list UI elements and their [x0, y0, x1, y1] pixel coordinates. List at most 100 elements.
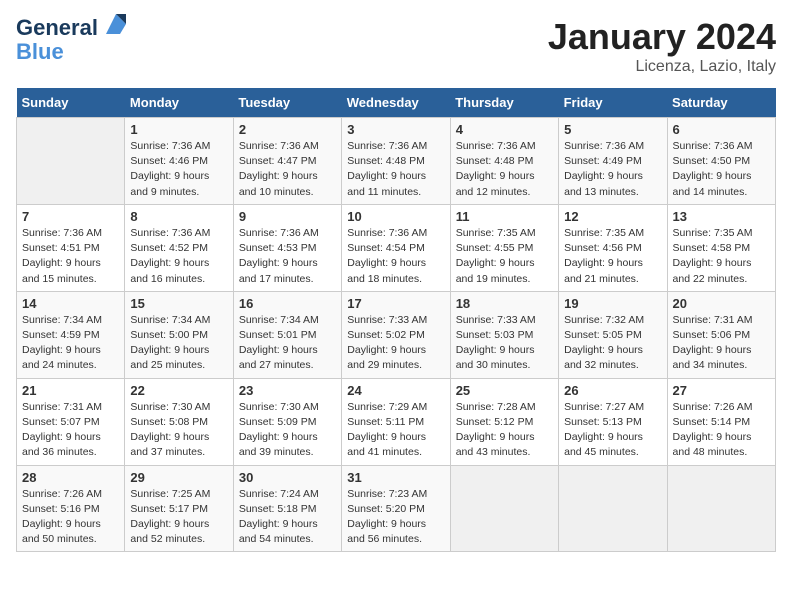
day-info: Sunrise: 7:35 AMSunset: 4:56 PMDaylight:…	[564, 226, 661, 287]
day-number: 5	[564, 122, 661, 137]
day-info: Sunrise: 7:33 AMSunset: 5:03 PMDaylight:…	[456, 313, 553, 374]
calendar-cell: 17Sunrise: 7:33 AMSunset: 5:02 PMDayligh…	[342, 291, 450, 378]
weekday-header-monday: Monday	[125, 88, 233, 118]
calendar-cell: 27Sunrise: 7:26 AMSunset: 5:14 PMDayligh…	[667, 378, 775, 465]
day-info: Sunrise: 7:26 AMSunset: 5:16 PMDaylight:…	[22, 487, 119, 548]
calendar-week-4: 21 Sunrise: 7:31 AMSunset: 5:07 PMDayligh…	[17, 378, 776, 465]
calendar-cell: 4 Sunrise: 7:36 AMSunset: 4:48 PMDaylight…	[450, 118, 558, 205]
weekday-header-wednesday: Wednesday	[342, 88, 450, 118]
day-info: Sunrise: 7:36 AMSunset: 4:48 PMDaylight:…	[456, 139, 553, 200]
logo-blue-text: Blue	[16, 40, 64, 64]
weekday-header-tuesday: Tuesday	[233, 88, 341, 118]
weekday-header-row: SundayMondayTuesdayWednesdayThursdayFrid…	[17, 88, 776, 118]
day-number: 20	[673, 296, 770, 311]
calendar-subtitle: Licenza, Lazio, Italy	[548, 58, 776, 76]
title-block: January 2024 Licenza, Lazio, Italy	[548, 16, 776, 76]
logo: General Blue	[16, 16, 130, 64]
calendar-cell: 21 Sunrise: 7:31 AMSunset: 5:07 PMDayligh…	[17, 378, 125, 465]
day-info: Sunrise: 7:28 AMSunset: 5:12 PMDaylight:…	[456, 400, 553, 461]
calendar-cell	[450, 465, 558, 552]
day-number: 1	[130, 122, 227, 137]
day-number: 10	[347, 209, 444, 224]
calendar-cell: 2Sunrise: 7:36 AMSunset: 4:47 PMDaylight…	[233, 118, 341, 205]
calendar-title: January 2024	[548, 16, 776, 58]
day-info: Sunrise: 7:35 AMSunset: 4:55 PMDaylight:…	[456, 226, 553, 287]
weekday-header-saturday: Saturday	[667, 88, 775, 118]
calendar-cell: 19Sunrise: 7:32 AMSunset: 5:05 PMDayligh…	[559, 291, 667, 378]
day-info: Sunrise: 7:23 AMSunset: 5:20 PMDaylight:…	[347, 487, 444, 548]
weekday-header-sunday: Sunday	[17, 88, 125, 118]
calendar-cell: 6Sunrise: 7:36 AMSunset: 4:50 PMDaylight…	[667, 118, 775, 205]
day-info: Sunrise: 7:29 AMSunset: 5:11 PMDaylight:…	[347, 400, 444, 461]
calendar-cell: 11 Sunrise: 7:35 AMSunset: 4:55 PMDayligh…	[450, 204, 558, 291]
day-number: 23	[239, 383, 336, 398]
day-info: Sunrise: 7:30 AMSunset: 5:08 PMDaylight:…	[130, 400, 227, 461]
weekday-header-thursday: Thursday	[450, 88, 558, 118]
day-info: Sunrise: 7:34 AMSunset: 4:59 PMDaylight:…	[22, 313, 119, 374]
day-info: Sunrise: 7:35 AMSunset: 4:58 PMDaylight:…	[673, 226, 770, 287]
day-number: 13	[673, 209, 770, 224]
day-info: Sunrise: 7:36 AMSunset: 4:54 PMDaylight:…	[347, 226, 444, 287]
calendar-cell: 29Sunrise: 7:25 AMSunset: 5:17 PMDayligh…	[125, 465, 233, 552]
day-info: Sunrise: 7:34 AMSunset: 5:01 PMDaylight:…	[239, 313, 336, 374]
calendar-cell: 15 Sunrise: 7:34 AMSunset: 5:00 PMDayligh…	[125, 291, 233, 378]
day-number: 4	[456, 122, 553, 137]
day-info: Sunrise: 7:36 AMSunset: 4:51 PMDaylight:…	[22, 226, 119, 287]
day-info: Sunrise: 7:36 AMSunset: 4:49 PMDaylight:…	[564, 139, 661, 200]
calendar-cell: 13 Sunrise: 7:35 AMSunset: 4:58 PMDayligh…	[667, 204, 775, 291]
day-info: Sunrise: 7:36 AMSunset: 4:53 PMDaylight:…	[239, 226, 336, 287]
calendar-cell: 26Sunrise: 7:27 AMSunset: 5:13 PMDayligh…	[559, 378, 667, 465]
day-info: Sunrise: 7:36 AMSunset: 4:52 PMDaylight:…	[130, 226, 227, 287]
day-info: Sunrise: 7:36 AMSunset: 4:46 PMDaylight:…	[130, 139, 227, 200]
day-info: Sunrise: 7:31 AMSunset: 5:06 PMDaylight:…	[673, 313, 770, 374]
day-number: 16	[239, 296, 336, 311]
day-number: 11	[456, 209, 553, 224]
day-number: 21	[22, 383, 119, 398]
day-number: 19	[564, 296, 661, 311]
calendar-week-1: 1 Sunrise: 7:36 AMSunset: 4:46 PMDaylight…	[17, 118, 776, 205]
day-number: 18	[456, 296, 553, 311]
calendar-cell	[17, 118, 125, 205]
calendar-cell: 3 Sunrise: 7:36 AMSunset: 4:48 PMDaylight…	[342, 118, 450, 205]
calendar-cell: 23 Sunrise: 7:30 AMSunset: 5:09 PMDayligh…	[233, 378, 341, 465]
calendar-cell: 8 Sunrise: 7:36 AMSunset: 4:52 PMDaylight…	[125, 204, 233, 291]
calendar-cell: 9Sunrise: 7:36 AMSunset: 4:53 PMDaylight…	[233, 204, 341, 291]
day-info: Sunrise: 7:34 AMSunset: 5:00 PMDaylight:…	[130, 313, 227, 374]
calendar-cell: 12 Sunrise: 7:35 AMSunset: 4:56 PMDayligh…	[559, 204, 667, 291]
day-info: Sunrise: 7:36 AMSunset: 4:48 PMDaylight:…	[347, 139, 444, 200]
calendar-cell: 10 Sunrise: 7:36 AMSunset: 4:54 PMDayligh…	[342, 204, 450, 291]
calendar-table: SundayMondayTuesdayWednesdayThursdayFrid…	[16, 88, 776, 552]
calendar-cell: 31 Sunrise: 7:23 AMSunset: 5:20 PMDayligh…	[342, 465, 450, 552]
calendar-cell: 5 Sunrise: 7:36 AMSunset: 4:49 PMDaylight…	[559, 118, 667, 205]
calendar-cell: 30Sunrise: 7:24 AMSunset: 5:18 PMDayligh…	[233, 465, 341, 552]
calendar-cell: 20 Sunrise: 7:31 AMSunset: 5:06 PMDayligh…	[667, 291, 775, 378]
day-number: 31	[347, 470, 444, 485]
weekday-header-friday: Friday	[559, 88, 667, 118]
day-number: 8	[130, 209, 227, 224]
day-number: 28	[22, 470, 119, 485]
calendar-week-3: 14 Sunrise: 7:34 AMSunset: 4:59 PMDayligh…	[17, 291, 776, 378]
calendar-cell	[667, 465, 775, 552]
day-info: Sunrise: 7:25 AMSunset: 5:17 PMDaylight:…	[130, 487, 227, 548]
day-number: 25	[456, 383, 553, 398]
calendar-week-2: 7 Sunrise: 7:36 AMSunset: 4:51 PMDaylight…	[17, 204, 776, 291]
calendar-cell: 1 Sunrise: 7:36 AMSunset: 4:46 PMDaylight…	[125, 118, 233, 205]
day-number: 3	[347, 122, 444, 137]
day-number: 14	[22, 296, 119, 311]
day-info: Sunrise: 7:31 AMSunset: 5:07 PMDaylight:…	[22, 400, 119, 461]
day-info: Sunrise: 7:30 AMSunset: 5:09 PMDaylight:…	[239, 400, 336, 461]
day-number: 6	[673, 122, 770, 137]
page-header: General Blue January 2024 Licenza, Lazio…	[16, 16, 776, 76]
calendar-cell: 24Sunrise: 7:29 AMSunset: 5:11 PMDayligh…	[342, 378, 450, 465]
calendar-cell: 25 Sunrise: 7:28 AMSunset: 5:12 PMDayligh…	[450, 378, 558, 465]
day-number: 26	[564, 383, 661, 398]
day-info: Sunrise: 7:24 AMSunset: 5:18 PMDaylight:…	[239, 487, 336, 548]
day-number: 15	[130, 296, 227, 311]
day-number: 12	[564, 209, 661, 224]
day-number: 22	[130, 383, 227, 398]
day-number: 7	[22, 209, 119, 224]
calendar-cell: 14 Sunrise: 7:34 AMSunset: 4:59 PMDayligh…	[17, 291, 125, 378]
logo-icon	[102, 10, 130, 38]
day-info: Sunrise: 7:36 AMSunset: 4:47 PMDaylight:…	[239, 139, 336, 200]
calendar-cell: 7 Sunrise: 7:36 AMSunset: 4:51 PMDaylight…	[17, 204, 125, 291]
